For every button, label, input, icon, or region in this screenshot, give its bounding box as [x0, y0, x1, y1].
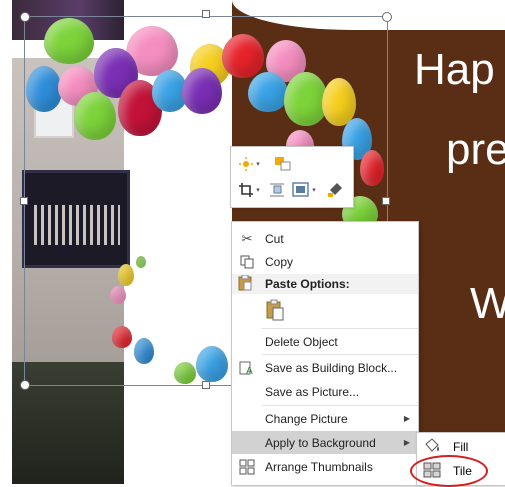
mini-toolbar: ▾ ▾ ▾ — [230, 146, 354, 208]
resize-handle-bottom[interactable] — [202, 381, 210, 389]
thumbnails-icon — [238, 458, 256, 476]
menu-item-delete-object[interactable]: Delete Object — [232, 330, 418, 353]
menu-item-change-picture[interactable]: Change Picture ▶ — [232, 407, 418, 430]
menu-item-label: Arrange Thumbnails — [265, 459, 373, 474]
menu-item-arrange-thumbnails[interactable]: Arrange Thumbnails — [232, 455, 418, 478]
resize-handle-right[interactable] — [382, 197, 390, 205]
menu-item-label: Cut — [265, 231, 284, 246]
menu-separator — [262, 405, 418, 406]
menu-item-save-picture[interactable]: Save as Picture... — [232, 380, 418, 403]
picture-styles-icon[interactable]: ▾ — [289, 179, 319, 201]
menu-separator — [262, 328, 418, 329]
submenu-arrow-icon: ▶ — [403, 414, 410, 423]
fill-icon — [423, 438, 441, 457]
copy-icon — [238, 253, 256, 271]
annotation-circle — [410, 455, 488, 487]
menu-item-copy[interactable]: Copy — [232, 250, 418, 273]
paste-options-header: Paste Options: — [232, 274, 418, 294]
resize-handle-left[interactable] — [20, 197, 28, 205]
paste-keep-source-button[interactable] — [264, 298, 286, 322]
menu-separator — [262, 354, 418, 355]
resize-handle-bottom-left[interactable] — [20, 380, 30, 390]
scissors-icon: ✂ — [241, 230, 253, 246]
menu-item-apply-background[interactable]: Apply to Background ▶ — [232, 431, 418, 454]
context-menu: ✂ Cut Copy Paste Options: Delete Object … — [231, 221, 419, 486]
crop-icon[interactable]: ▾ — [235, 179, 263, 201]
menu-item-save-building-block[interactable]: A Save as Building Block... — [232, 356, 418, 379]
menu-item-label: Save as Building Block... — [265, 360, 398, 375]
menu-item-cut[interactable]: ✂ Cut — [232, 227, 418, 250]
menu-item-label: Apply to Background — [265, 435, 376, 450]
submenu-item-fill[interactable]: Fill — [417, 435, 505, 458]
menu-item-label: Save as Picture... — [265, 384, 360, 399]
resize-handle-top[interactable] — [202, 10, 210, 18]
submenu-item-label: Fill — [453, 439, 469, 454]
resize-handle-top-right[interactable] — [382, 12, 392, 22]
menu-item-label: Delete Object — [265, 334, 338, 349]
menu-item-label: Change Picture — [265, 411, 348, 426]
slide-title-line3: W — [470, 279, 505, 328]
menu-item-label: Copy — [265, 254, 294, 269]
building-block-icon: A — [238, 359, 256, 377]
slide-title-line1: Hap — [414, 45, 495, 94]
svg-text:A: A — [246, 366, 253, 376]
wrap-text-icon[interactable] — [267, 179, 287, 201]
submenu-arrow-icon: ▶ — [403, 438, 410, 447]
bring-forward-icon[interactable] — [271, 153, 295, 175]
clipboard-icon — [238, 274, 252, 294]
paste-options-label: Paste Options: — [265, 277, 350, 291]
sun-effects-icon[interactable]: ▾ — [235, 153, 263, 175]
resize-handle-top-left[interactable] — [20, 12, 30, 22]
format-painter-icon[interactable] — [323, 179, 347, 201]
slide-title-line2: pre — [446, 125, 505, 174]
